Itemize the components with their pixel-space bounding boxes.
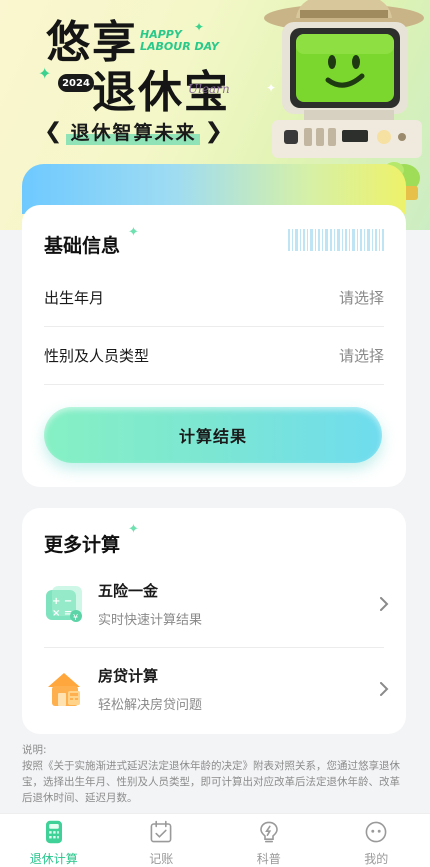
tab-label: 我的 <box>364 852 389 866</box>
calculator-icon: + − × = ¥ <box>46 586 82 622</box>
tab-science[interactable]: 科普 <box>215 814 323 867</box>
house-icon <box>48 673 80 706</box>
divider <box>44 647 384 648</box>
explanation-note: 说明: 按照《关于实施渐进式延迟法定退休年龄的决定》附表对照关系，您通过悠享退休… <box>22 742 410 806</box>
slogan-text: 退休智算未来 <box>66 118 201 145</box>
svg-text:+ −: + − <box>52 596 72 607</box>
profile-face-icon <box>365 821 387 843</box>
tab-retirement-calc[interactable]: 退休计算 <box>0 814 108 867</box>
lightbulb-icon <box>259 821 278 843</box>
more-item-desc: 轻松解决房贷问题 <box>98 698 203 713</box>
svg-text:✦: ✦ <box>266 81 276 95</box>
tab-label: 记账 <box>149 852 174 866</box>
basic-info-card: 基础信息 ✦ 出生年月 请选择 性别及人员类型 请选择 计算结果 <box>22 205 406 487</box>
slogan-left-bracket: ❮ <box>44 119 63 144</box>
tab-mine[interactable]: 我的 <box>323 814 430 867</box>
note-heading: 说明: <box>22 744 47 756</box>
calculator-tab-icon <box>45 820 62 844</box>
tab-label: 科普 <box>256 852 281 866</box>
ledger-check-icon <box>150 820 172 843</box>
slogan-right-bracket: ❯ <box>204 119 223 144</box>
chevron-right-icon <box>380 682 389 696</box>
barcode-decoration-icon <box>288 229 384 251</box>
hero-script-text: Ulearn <box>188 82 230 96</box>
section-title-basic: 基础信息 <box>44 235 121 257</box>
svg-text:¥: ¥ <box>73 613 78 622</box>
hero-slogan: ❮ 退休智算未来 ❯ <box>44 118 223 145</box>
chevron-right-icon <box>380 597 389 611</box>
tab-bookkeeping[interactable]: 记账 <box>108 814 216 867</box>
svg-text:× =: × = <box>52 608 72 619</box>
hero-happy-labour-day: HAPPY LABOUR DAY <box>140 28 219 53</box>
title-sparkle-icon: ✦ <box>128 522 139 537</box>
birth-date-row[interactable]: 出生年月 请选择 <box>44 269 384 327</box>
more-item-mortgage[interactable]: 房贷计算 轻松解决房贷问题 <box>44 653 390 725</box>
note-body: 按照《关于实施渐进式延迟法定退休年龄的决定》附表对照关系，您通过悠享退休宝，选择… <box>22 760 400 804</box>
sparkle-icon: ✦ <box>194 20 205 34</box>
more-calc-card: 更多计算 ✦ + − × = ¥ 五险一金 实时快速计算结果 房贷计算 轻松解决… <box>22 508 406 734</box>
more-item-insurance-fund[interactable]: + − × = ¥ 五险一金 实时快速计算结果 <box>44 568 390 640</box>
calculate-result-button[interactable]: 计算结果 <box>44 407 382 463</box>
section-title-more: 更多计算 <box>44 534 121 556</box>
more-item-name: 五险一金 <box>98 582 159 600</box>
gender-type-value[interactable]: 请选择 <box>339 345 384 366</box>
birth-date-value[interactable]: 请选择 <box>339 287 384 308</box>
more-item-name: 房贷计算 <box>98 667 159 685</box>
gender-type-row[interactable]: 性别及人员类型 请选择 <box>44 327 384 385</box>
more-item-desc: 实时快速计算结果 <box>98 613 203 628</box>
birth-date-label: 出生年月 <box>44 289 105 307</box>
hero-year-badge: 2024 <box>58 74 94 92</box>
bottom-tab-bar: 退休计算 记账 科普 我的 <box>0 813 430 867</box>
title-sparkle-icon: ✦ <box>128 225 139 240</box>
tab-label: 退休计算 <box>29 852 78 866</box>
sparkle-icon: ✦ <box>38 64 52 83</box>
gender-type-label: 性别及人员类型 <box>44 347 150 365</box>
